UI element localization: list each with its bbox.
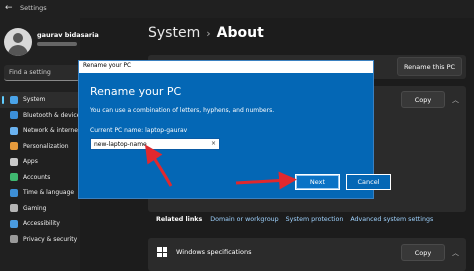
dialog-title-bar: Rename your PC	[79, 61, 373, 73]
sidebar-item-label: Time & language	[23, 189, 75, 197]
next-button[interactable]: Next	[295, 174, 340, 190]
sidebar-item-system[interactable]: System	[0, 92, 80, 108]
breadcrumb-separator: ›	[206, 27, 211, 40]
sidebar-item-label: System	[23, 96, 46, 104]
new-pc-name-field[interactable]: ×	[90, 138, 220, 150]
sidebar-item-label: Bluetooth & devices	[23, 111, 80, 119]
chevron-up-icon[interactable]: ︿	[452, 95, 459, 105]
clock-icon	[10, 188, 18, 197]
related-links-title: Related links	[156, 216, 203, 223]
new-pc-name-input[interactable]	[94, 140, 204, 149]
back-arrow-icon[interactable]: ←	[5, 3, 13, 13]
dialog-heading: Rename your PC	[90, 85, 182, 98]
apps-icon	[10, 157, 18, 166]
related-links-bar: Related links Domain or workgroup System…	[156, 216, 440, 223]
wifi-icon	[10, 126, 18, 135]
avatar-head	[13, 33, 23, 43]
brush-icon	[10, 142, 18, 151]
link-advanced-system-settings[interactable]: Advanced system settings	[350, 216, 433, 223]
sidebar-item-accessibility[interactable]: Accessibility	[0, 216, 80, 232]
sidebar-item-label: Gaming	[23, 204, 47, 212]
sidebar-nav: System Bluetooth & devices Network & int…	[0, 92, 80, 247]
sidebar-item-network[interactable]: Network & internet	[0, 123, 80, 139]
sidebar-item-label: Apps	[23, 158, 38, 166]
dialog-description: You can use a combination of letters, hy…	[90, 107, 275, 114]
sidebar-item-personalization[interactable]: Personalization	[0, 139, 80, 155]
rename-this-pc-button[interactable]: Rename this PC	[397, 57, 462, 76]
title-bar: ← Settings	[0, 0, 474, 18]
link-domain-workgroup[interactable]: Domain or workgroup	[210, 216, 278, 223]
avatar[interactable]	[4, 28, 32, 56]
user-name: gaurav bidasaria	[37, 31, 99, 39]
link-system-protection[interactable]: System protection	[286, 216, 344, 223]
sidebar-item-bluetooth[interactable]: Bluetooth & devices	[0, 108, 80, 124]
sidebar-item-label: Privacy & security	[23, 235, 78, 243]
sidebar-item-label: Accounts	[23, 173, 51, 181]
gamepad-icon	[10, 204, 18, 213]
shield-icon	[10, 235, 18, 244]
accessibility-icon	[10, 219, 18, 228]
windows-specifications-label: Windows specifications	[176, 248, 252, 256]
windows-logo-icon	[157, 247, 167, 257]
breadcrumb-about: About	[216, 25, 264, 41]
sidebar-item-gaming[interactable]: Gaming	[0, 201, 80, 217]
windows-specs-copy-button[interactable]: Copy	[401, 244, 445, 261]
breadcrumb-system[interactable]: System	[148, 25, 200, 41]
avatar-body	[8, 45, 28, 56]
rename-pc-dialog: Rename your PC Rename your PC You can us…	[78, 60, 391, 199]
chevron-up-icon[interactable]: ︿	[452, 248, 459, 258]
search-placeholder: Find a setting	[9, 69, 51, 76]
search-input[interactable]: Find a setting	[4, 65, 80, 81]
device-specs-copy-button[interactable]: Copy	[401, 91, 445, 108]
sidebar-item-privacy[interactable]: Privacy & security	[0, 232, 80, 248]
sidebar: gaurav bidasaria Find a setting System B…	[0, 18, 99, 271]
sidebar-item-label: Network & internet	[23, 127, 80, 135]
account-icon	[10, 173, 18, 182]
monitor-icon	[10, 95, 18, 104]
clear-input-icon[interactable]: ×	[211, 140, 216, 147]
page-title: System › About	[148, 25, 264, 41]
cancel-button[interactable]: Cancel	[346, 174, 391, 190]
window-title: Settings	[20, 4, 47, 12]
sidebar-item-label: Accessibility	[23, 220, 60, 228]
current-pc-name-label: Current PC name: laptop-gaurav	[90, 127, 188, 134]
sidebar-item-label: Personalization	[23, 142, 69, 150]
sidebar-item-accounts[interactable]: Accounts	[0, 170, 80, 186]
sidebar-item-time-language[interactable]: Time & language	[0, 185, 80, 201]
dialog-window-title: Rename your PC	[83, 63, 132, 69]
user-email-redacted	[37, 42, 77, 46]
sidebar-item-apps[interactable]: Apps	[0, 154, 80, 170]
bluetooth-icon	[10, 111, 18, 120]
